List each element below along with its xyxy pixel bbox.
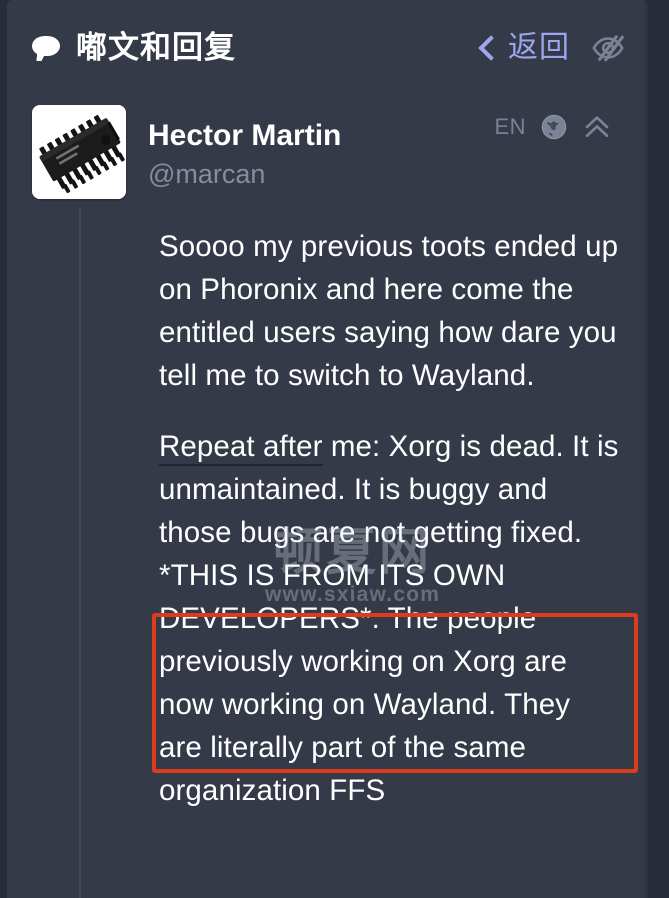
status-header: Hector Martin @marcan EN [32,95,630,199]
globe-icon [541,114,567,140]
status-paragraph-1: Soooo my previous toots ended up on Phor… [159,230,619,392]
account-handle: @marcan [148,158,266,189]
column-header: 嘟文和回复 返回 [7,0,648,95]
thread-column: 嘟文和回复 返回 Hector Martin @marcan EN Soooo … [7,0,648,898]
back-button-label: 返回 [508,30,570,64]
speech-bubble-tail [36,50,47,61]
column-header-actions: 返回 [478,30,626,64]
chevron-double-up-icon[interactable] [582,113,612,141]
underlined-fragment: Repeat after [159,430,323,466]
eye-slash-icon[interactable] [590,33,626,63]
back-button[interactable]: 返回 [478,30,570,64]
status-paragraph-2: Repeat after me: Xorg is dead. It is unm… [159,425,620,554]
avatar[interactable] [32,105,126,199]
chevron-left-icon [478,34,496,62]
column-right-edge [645,0,648,898]
status-paragraph-3: *THIS IS FROM ITS OWN DEVELOPERS*. The p… [159,559,571,807]
avatar-chip-image [32,105,126,199]
language-badge: EN [494,114,526,139]
status-meta: EN [494,113,612,141]
column-header-left: 嘟文和回复 [32,32,478,63]
speech-bubble-icon [32,35,62,61]
page-title: 嘟文和回复 [76,30,236,65]
app-root: 嘟文和回复 返回 Hector Martin @marcan EN Soooo … [0,0,669,898]
status-detailed: Hector Martin @marcan EN Soooo my previo… [7,95,648,898]
status-content: Soooo my previous toots ended up on Phor… [32,199,630,812]
